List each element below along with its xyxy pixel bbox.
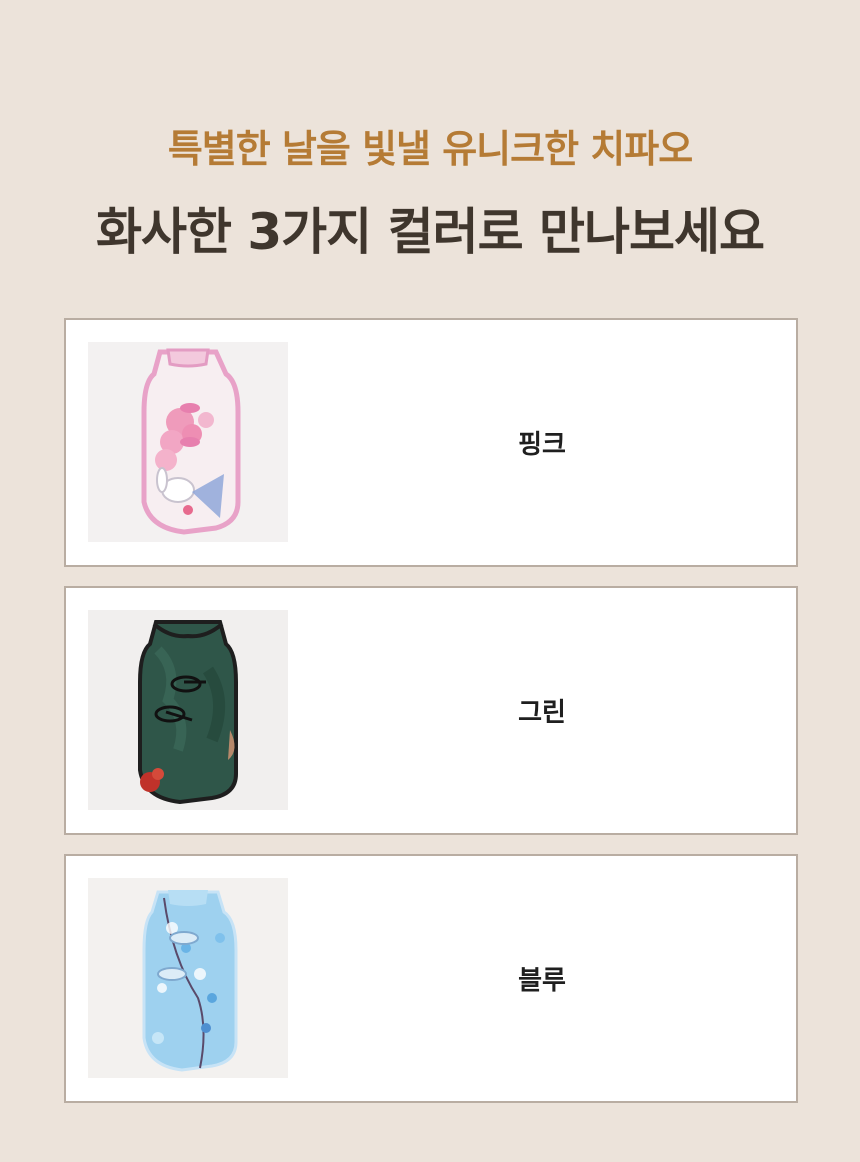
color-option-card-pink[interactable]: 핑크 (64, 318, 798, 567)
green-qipao-image (88, 610, 288, 810)
color-option-card-green[interactable]: 그린 (64, 586, 798, 835)
subtitle: 특별한 날을 빛낼 유니크한 치파오 (167, 127, 693, 171)
option-label-pink: 핑크 (518, 430, 566, 460)
option-label-blue: 블루 (518, 966, 566, 996)
pink-qipao-image (88, 342, 288, 542)
page-title: 화사한 3가지 컬러로 만나보세요 (95, 203, 765, 261)
option-label-green: 그린 (518, 698, 566, 728)
color-option-card-blue[interactable]: 블루 (64, 854, 798, 1103)
blue-qipao-image (88, 878, 288, 1078)
